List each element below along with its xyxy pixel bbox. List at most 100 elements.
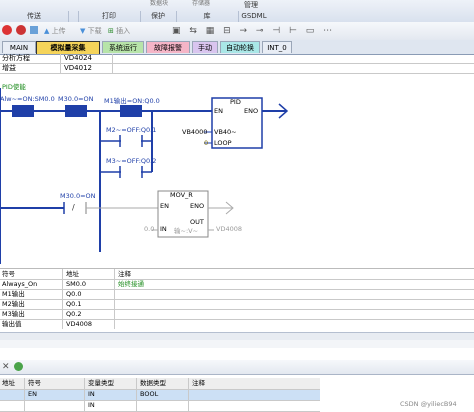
movr-title: MOV_R: [170, 191, 193, 199]
var-row-2-var-type[interactable]: IN: [88, 400, 95, 410]
var-insert-icon[interactable]: [14, 362, 23, 371]
symbol-row-3-address[interactable]: Q0.1: [66, 299, 81, 309]
contact-q00: [120, 105, 142, 117]
var-row-1-data-type[interactable]: BOOL: [140, 389, 158, 399]
panel-blank: [0, 340, 474, 348]
symbol-row-2-symbol[interactable]: M1输出: [2, 289, 25, 299]
download-arrow-icon: ▼: [80, 27, 86, 35]
movr-en-label: EN: [160, 202, 169, 210]
contact-always-on: [12, 105, 34, 117]
var-table-toolbar: ✕: [0, 360, 474, 375]
movr-in-label: IN: [160, 225, 167, 233]
tab-fault-alarm-label: 故障报警: [154, 44, 182, 52]
download-label: 下载: [87, 27, 102, 35]
pid-loop-value: 0: [204, 139, 209, 147]
insert-icon: ⊞: [108, 27, 114, 35]
contact-m2-gap: [121, 138, 141, 144]
upload-label: 上传: [51, 27, 66, 35]
movr-in-value: 0.0: [144, 225, 155, 233]
var-row-highlight: [0, 389, 320, 400]
tab-auto-rotate-label: 自动轮换: [226, 44, 254, 52]
compile-icon[interactable]: [30, 26, 38, 34]
var-delete-icon[interactable]: ✕: [2, 362, 10, 372]
symbol-header-symbol[interactable]: 符号: [2, 269, 15, 279]
tab-manual[interactable]: 手动: [192, 41, 218, 53]
ribbon-memory-button[interactable]: 存储器: [192, 0, 210, 8]
symbol-row-1-comment[interactable]: 始终接通: [118, 279, 144, 289]
var-header-address[interactable]: 地址: [2, 378, 15, 388]
pid-loop-label: LOOP: [214, 139, 232, 147]
upload-button[interactable]: ▲ 上传: [44, 25, 66, 37]
pid-title: PID: [230, 98, 241, 106]
insert-label: 插入: [116, 27, 131, 35]
program-symbol-strip: 分析方程 VD4024 增益 VD4012: [0, 54, 474, 74]
ribbon-data-block-button[interactable]: 数据块: [150, 0, 168, 8]
ribbon-manage-button[interactable]: 管理: [244, 1, 258, 9]
contact-label-m3: M3~=OFF:Q0.2: [106, 157, 157, 165]
upload-arrow-icon: ▲: [44, 27, 50, 35]
symbol-row-1-address[interactable]: SM0.0: [66, 279, 86, 289]
contact-label-m30-neg: M30.0=ON: [60, 192, 96, 200]
tab-bar: MAIN 模拟量采集 系统运行 故障报警 手动 自动轮换 INT_0: [0, 40, 474, 55]
pid-tbl-value: VB4000: [182, 128, 208, 136]
tab-system-run-label: 系统运行: [109, 44, 137, 52]
prog-row-2-value: VD4012: [64, 64, 92, 72]
ribbon-group-library[interactable]: 库: [176, 11, 239, 22]
contact-m3-gap: [121, 169, 141, 175]
stop-icon[interactable]: [2, 25, 12, 35]
prog-row-1-value: VD4024: [64, 54, 92, 62]
movr-out-address: VD4008: [216, 225, 242, 233]
tab-auto-rotate[interactable]: 自动轮换: [220, 41, 260, 53]
var-header-data-type[interactable]: 数据类型: [140, 378, 166, 388]
symbol-header-comment[interactable]: 注释: [118, 269, 131, 279]
pid-tbl-symbol: VB40~: [214, 128, 237, 136]
ribbon: 传送 打印 保护 库 GSDML 数据块 存储器 管理: [0, 0, 474, 23]
symbol-row-3-symbol[interactable]: M2输出: [2, 299, 25, 309]
ribbon-group-transfer[interactable]: 传送: [0, 11, 69, 22]
record-icon[interactable]: [16, 25, 26, 35]
prog-row-2-name: 增益: [2, 64, 16, 72]
toolbar-icon-strip[interactable]: ▣ ⇆ ▦ ⊟ → ⊸ ⊣ ⊢ ▭ ⋯: [172, 25, 372, 37]
var-header-comment[interactable]: 注释: [192, 378, 205, 388]
tab-int0[interactable]: INT_0: [262, 41, 292, 53]
symbol-header-address[interactable]: 地址: [66, 269, 79, 279]
tab-int0-label: INT_0: [267, 44, 287, 52]
pid-en-label: EN: [214, 107, 223, 115]
ribbon-group-protect[interactable]: 保护: [140, 11, 177, 22]
tab-main[interactable]: MAIN: [2, 41, 36, 53]
var-header-symbol[interactable]: 符号: [28, 378, 41, 388]
symbol-row-4-address[interactable]: Q0.2: [66, 309, 81, 319]
var-row-1-symbol[interactable]: EN: [28, 389, 37, 399]
watermark: CSDN @yiliecB94: [400, 400, 457, 408]
insert-button[interactable]: ⊞ 插入: [108, 25, 130, 37]
contact-neg-slash: /: [72, 203, 75, 212]
tab-manual-label: 手动: [198, 44, 212, 52]
var-row-1-var-type[interactable]: IN: [88, 389, 95, 399]
tab-analog-collect[interactable]: 模拟量采集: [36, 41, 100, 54]
symbol-row-4-symbol[interactable]: M3输出: [2, 309, 25, 319]
contact-label-q00: M1输出=ON:Q0.0: [104, 97, 160, 105]
symbol-row-1-symbol[interactable]: Always_On: [2, 279, 37, 289]
tab-fault-alarm[interactable]: 故障报警: [146, 41, 190, 53]
contact-label-m2: M2~=OFF:Q0.1: [106, 126, 157, 134]
pid-eno-label: ENO: [244, 107, 259, 115]
movr-eno-label: ENO: [190, 202, 205, 210]
symbol-row-5-address[interactable]: VD4008: [66, 319, 92, 329]
contact-label-m30: M30.0=ON: [58, 95, 94, 103]
ladder-network[interactable]: PID使能 Alw~=ON:SM0.0 M30.0=ON M1输出=ON:Q0.…: [0, 78, 474, 264]
variable-table: 地址 符号 变量类型 数据类型 注释 EN IN BOOL IN: [0, 378, 320, 412]
ribbon-group-gsdml[interactable]: GSDML: [238, 11, 270, 22]
var-header-var-type[interactable]: 变量类型: [88, 378, 114, 388]
symbol-row-5-symbol[interactable]: 输出值: [2, 319, 22, 329]
symbol-row-2-address[interactable]: Q0.0: [66, 289, 81, 299]
ribbon-group-print[interactable]: 打印: [78, 11, 141, 22]
contact-m30: [65, 105, 87, 117]
tab-analog-collect-label: 模拟量采集: [50, 44, 86, 52]
contact-label-always-on: Alw~=ON:SM0.0: [0, 95, 55, 103]
prog-row-1-name: 分析方程: [2, 54, 30, 62]
toolbar: ▲ 上传 ▼ 下载 ⊞ 插入 ▣ ⇆ ▦ ⊟ → ⊸ ⊣ ⊢ ▭ ⋯: [0, 22, 474, 41]
tab-system-run[interactable]: 系统运行: [102, 41, 144, 53]
movr-out-value: 输~:V~: [174, 227, 199, 235]
symbol-table: 符号 地址 注释 Always_On SM0.0 始终接通 M1输出 Q0.0 …: [0, 268, 474, 329]
download-button[interactable]: ▼ 下载: [80, 25, 102, 37]
